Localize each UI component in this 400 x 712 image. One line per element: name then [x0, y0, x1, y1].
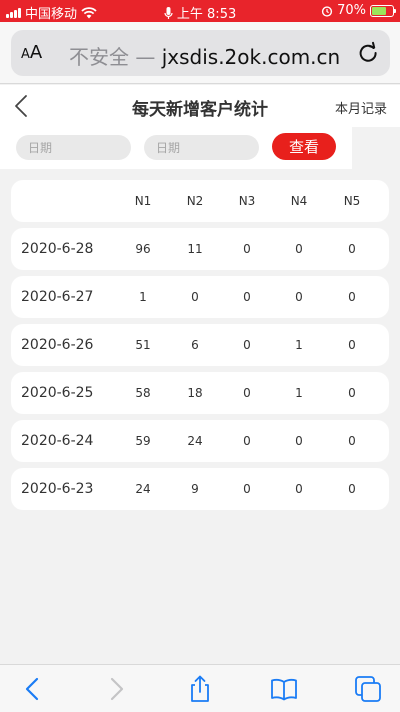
row-date: 2020-6-25	[21, 385, 94, 401]
forward-icon[interactable]	[102, 675, 130, 703]
reader-text-size-button[interactable]: AA	[21, 42, 42, 63]
column-header-n1: N1	[134, 194, 152, 208]
cell-n5: 0	[348, 386, 356, 400]
share-icon[interactable]	[186, 675, 214, 703]
address-bar[interactable]: AA 不安全 — jxsdis.2ok.com.cn	[11, 30, 390, 76]
cell-n4: 1	[295, 386, 303, 400]
cell-n2: 11	[187, 242, 203, 256]
battery-icon	[370, 4, 396, 17]
cell-n4: 0	[295, 434, 303, 448]
table-row: 2020-6-24 59 24 0 0 0	[11, 420, 389, 462]
row-date: 2020-6-27	[21, 289, 94, 305]
column-header-n3: N3	[238, 194, 256, 208]
column-header-n2: N2	[186, 194, 204, 208]
cell-n3: 0	[243, 434, 251, 448]
table-row: 2020-6-26 51 6 0 1 0	[11, 324, 389, 366]
cell-n3: 0	[243, 290, 251, 304]
cell-n2: 6	[191, 338, 199, 352]
status-bar: 中国移动 上午 8:53 70%	[0, 0, 400, 22]
cell-n2: 24	[187, 434, 203, 448]
cell-n5: 0	[348, 242, 356, 256]
cell-n5: 0	[348, 434, 356, 448]
cell-n1: 58	[135, 386, 151, 400]
row-date: 2020-6-26	[21, 337, 94, 353]
row-date: 2020-6-24	[21, 433, 94, 449]
date-filter-bar: 查看	[0, 127, 352, 169]
browser-address-area: AA 不安全 — jxsdis.2ok.com.cn	[0, 22, 400, 84]
table-row: 2020-6-25 58 18 0 1 0	[11, 372, 389, 414]
cell-n4: 0	[295, 482, 303, 496]
battery-percent: 70%	[337, 3, 366, 18]
cell-n4: 0	[295, 242, 303, 256]
end-date-input[interactable]	[144, 135, 259, 160]
cell-n1: 51	[135, 338, 151, 352]
microphone-icon	[164, 7, 173, 19]
table-row: 2020-6-28 96 11 0 0 0	[11, 228, 389, 270]
alarm-icon	[321, 5, 333, 17]
column-header-n4: N4	[290, 194, 308, 208]
insecure-label: 不安全 —	[69, 45, 162, 69]
cell-n3: 0	[243, 482, 251, 496]
cell-n3: 0	[243, 242, 251, 256]
cell-n2: 9	[191, 482, 199, 496]
view-button[interactable]: 查看	[272, 133, 336, 160]
cell-n4: 0	[295, 290, 303, 304]
cell-n4: 1	[295, 338, 303, 352]
bookmarks-icon[interactable]	[270, 675, 298, 703]
back-icon[interactable]	[19, 675, 47, 703]
cell-n1: 24	[135, 482, 151, 496]
cell-n5: 0	[348, 290, 356, 304]
table-row: 2020-6-27 1 0 0 0 0	[11, 276, 389, 318]
row-date: 2020-6-28	[21, 241, 94, 257]
row-date: 2020-6-23	[21, 481, 94, 497]
cell-n3: 0	[243, 338, 251, 352]
cell-n5: 0	[348, 482, 356, 496]
cell-n3: 0	[243, 386, 251, 400]
clock-time: 上午 8:53	[176, 7, 237, 22]
reload-icon[interactable]	[356, 41, 380, 65]
cell-n1: 96	[135, 242, 151, 256]
browser-toolbar	[0, 664, 400, 712]
cell-n1: 1	[139, 290, 147, 304]
table-row: 2020-6-23 24 9 0 0 0	[11, 468, 389, 510]
cell-n2: 18	[187, 386, 203, 400]
table-header-row: N1 N2 N3 N4 N5	[11, 180, 389, 222]
tabs-icon[interactable]	[354, 675, 382, 703]
month-records-link[interactable]: 本月记录	[335, 98, 387, 117]
domain-label: jxsdis.2ok.com.cn	[161, 45, 341, 69]
page-header: 每天新增客户统计 本月记录	[0, 85, 400, 127]
cell-n1: 59	[135, 434, 151, 448]
cell-n5: 0	[348, 338, 356, 352]
url-text[interactable]: 不安全 — jxsdis.2ok.com.cn	[69, 41, 340, 70]
cell-n2: 0	[191, 290, 199, 304]
start-date-input[interactable]	[16, 135, 131, 160]
column-header-n5: N5	[343, 194, 361, 208]
